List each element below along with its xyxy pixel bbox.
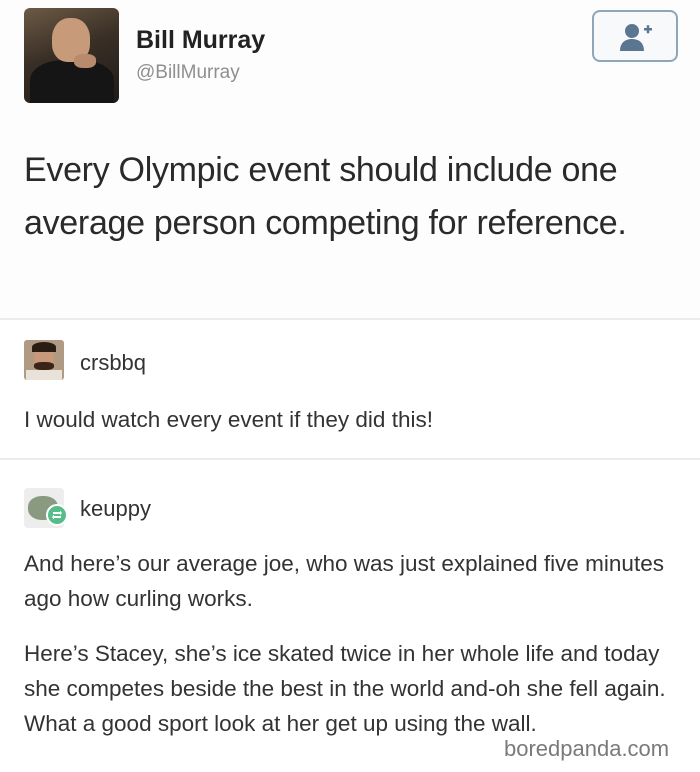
divider: [0, 318, 700, 320]
watermark: boredpanda.com: [500, 736, 674, 762]
avatar-shirt: [26, 370, 62, 380]
reply-text: I would watch every event if they did th…: [24, 407, 433, 432]
reblog-icon: [46, 504, 68, 526]
author-name[interactable]: Bill Murray: [136, 26, 265, 55]
divider: [0, 458, 700, 460]
reply-paragraph: Here’s Stacey, she’s ice skated twice in…: [24, 641, 666, 736]
avatar-suit: [30, 60, 114, 103]
author-avatar[interactable]: [24, 8, 119, 103]
reply-avatar-crsbbq[interactable]: [24, 340, 64, 380]
avatar-hand: [74, 54, 96, 68]
tweet-card: Bill Murray @BillMurray Every Olympic ev…: [0, 0, 700, 318]
tweet-text: Every Olympic event should include one a…: [24, 151, 627, 242]
avatar-mustache: [34, 362, 54, 370]
reply-username[interactable]: keuppy: [80, 496, 151, 522]
author-handle[interactable]: @BillMurray: [136, 62, 240, 84]
avatar-hair: [32, 342, 56, 352]
reply-username[interactable]: crsbbq: [80, 350, 146, 376]
add-user-icon: [620, 24, 652, 51]
follow-button[interactable]: [592, 10, 678, 62]
reply-paragraph: And here’s our average joe, who was just…: [24, 551, 664, 611]
